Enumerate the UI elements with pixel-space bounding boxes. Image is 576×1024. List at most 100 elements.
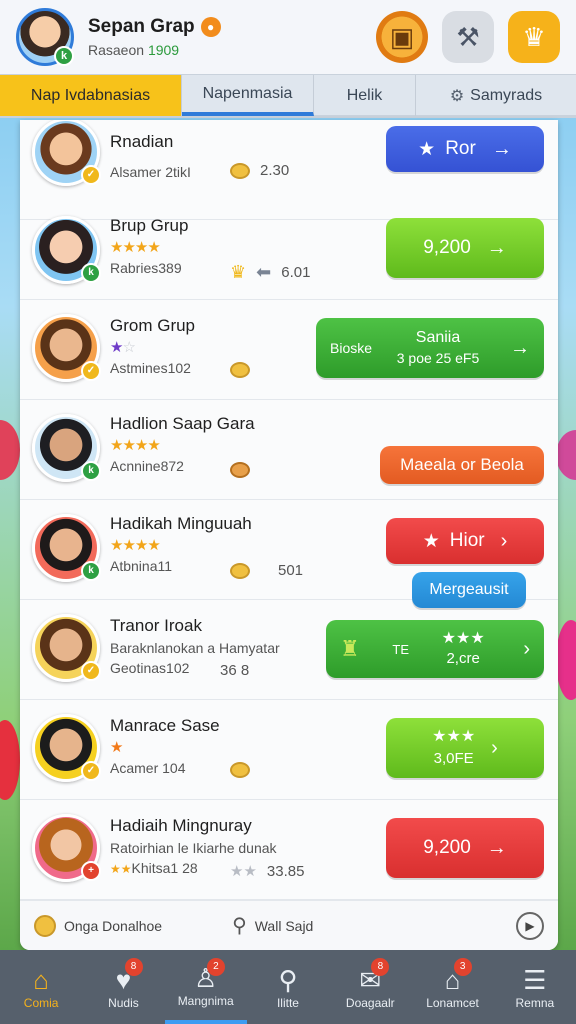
button-top-label: ★★★ [441,630,485,647]
button-small-label: Bioske [330,340,373,356]
subtitle-value: 1909 [147,42,180,58]
profile-name-row: Sepan Grap ● [88,16,221,38]
footer-left-link[interactable]: Onga Donalhoe [34,914,163,937]
list-item[interactable]: ✓ Grom Grup ★☆ Astmines102 Bioske Saniia… [20,300,558,400]
panel-footer: Onga Donalhoe ⚲ Wall Sajd ▶ [20,900,558,950]
avatar-badge: k [81,263,101,283]
footer-middle-label: Wall Sajd [254,917,314,934]
list-item[interactable]: ✓ Tranor Iroak Baraknlanokan a Hamyatar … [20,600,558,700]
hammer-icon[interactable]: ⚒ [442,11,494,63]
tab-1[interactable]: Nap Ivdabnasias [0,75,182,116]
row-action-button[interactable]: 9,200 → [386,218,544,278]
row-title: Hadlion Saap Gara [110,414,255,433]
row-subtitle: Acamer 104 [110,760,186,776]
row-title: Brup Grup [110,216,189,235]
star-rating: ★★★★ [110,437,161,454]
button-left-group: Bioske [330,340,372,356]
footer-left-label: Onga Donalhoe [64,917,163,934]
bg-candy-right-2 [556,620,576,700]
list-item[interactable]: + Hadiaih Mingnuray Ratoirhian le Ikiarh… [20,800,558,900]
menu-icon: ☰ [523,965,547,995]
profile-name: Sepan Grap [88,16,195,37]
row-meta [230,362,250,378]
button-top-label: Saniia [415,329,461,346]
row-action-button[interactable]: Maeala or Beola [380,446,544,484]
nav-badge: 3 [453,958,472,976]
row-meta: ★★ 33.85 [230,862,305,881]
nav-label: Nudis [108,996,139,1010]
row-meta-value: 33.85 [266,862,305,880]
coin-icon [230,762,250,778]
nav-item-2[interactable]: ♥ 8 Nudis [82,950,164,1024]
tab-2[interactable]: Napenmasia [182,75,314,116]
button-small-label: TE [392,641,409,657]
coin-icon [230,462,250,478]
profile-info: Sepan Grap ● Rasaeon 1909 [88,16,221,58]
list-item[interactable]: k Hadikah Minguuah ★★★★ Atbnina11 501 ★ … [20,500,558,608]
list-item[interactable]: k Hadlion Saap Gara ★★★★ Acnnine872 Maea… [20,400,558,500]
tab-3[interactable]: Helik [314,75,416,116]
row-action-button[interactable]: ★ Hior › [386,518,544,564]
row-subtitle: Rabries389 [110,260,182,276]
arrow-right-icon: → [509,336,530,359]
star-rating-empty: ★★ [230,863,257,880]
tab-4[interactable]: ⚙ Samyrads [416,75,576,116]
avatar: ✓ [32,120,101,186]
bg-candy-left [0,420,20,480]
nav-label: Lonamcet [426,996,479,1010]
magnifier-icon: ⚲ [232,915,247,937]
row-action-button[interactable]: ★ Ror → [386,126,544,172]
chevron-right-icon: › [523,637,530,660]
footer-middle-link[interactable]: ⚲ Wall Sajd [232,913,313,938]
nav-item-5[interactable]: ✉ 8 Doagaalr [329,950,411,1024]
button-bottom-label: 2,cre [446,650,480,667]
row-title: Tranor Iroak [110,616,202,635]
trophy-cup-icon: ♜ [340,636,360,661]
row-title: Manrace Sase [110,716,220,735]
nav-item-7[interactable]: ☰ Remna [494,950,576,1024]
trophy-icon[interactable]: ♛ [508,11,560,63]
bg-candy-left-2 [0,720,20,800]
row-action-button[interactable]: ★★★ 3,0FE › [386,718,544,778]
merge-button[interactable]: Mergeausit [412,572,526,608]
nav-badge: 8 [124,958,143,976]
play-icon[interactable]: ▶ [516,911,544,940]
nav-item-home[interactable]: ⌂ Comia [0,950,82,1024]
avatar: k [32,414,101,482]
avatar-badge: ✓ [81,761,101,781]
bg-candy-right [556,430,576,480]
button-top-label: ★★★ [432,728,476,745]
row-subtitle: Astmines102 [110,360,191,376]
row-meta-value: 6.01 [281,264,311,281]
row-subtitle: Geotinas102 [110,660,190,676]
row-action-button[interactable]: ♜ TE ★★★ 2,cre › [326,620,544,678]
arrow-right-icon: → [491,137,512,160]
row-action-button[interactable]: Bioske Saniia 3 poe 25 eF5 → [316,318,544,378]
row-meta: 501 [230,562,303,579]
user-avatar[interactable]: k [16,8,74,66]
avatar: ✓ [32,714,101,782]
button-text-group: ★★★ 3,0FE [432,726,475,770]
star-icon: ★ [422,530,440,552]
list-item[interactable]: ✓ Manrace Sase ★ Acamer 104 ★★★ 3,0FE › [20,700,558,800]
nav-badge: 8 [371,958,390,976]
button-text-group: Saniia 3 poe 25 eF5 [397,328,480,368]
level-badge: k [54,46,74,66]
chevron-right-icon: › [500,529,508,552]
avatar-badge: k [81,461,101,481]
treasure-chest-icon[interactable]: ▣ [376,11,428,63]
notification-badge-icon: ● [200,17,221,37]
button-label: Ror [445,138,476,159]
nav-item-6[interactable]: ⌂ 3 Lonamcet [411,950,493,1024]
list-item[interactable]: k Brup Grup ★★★★ Rabries389 ♛ ⬅ 6.01 9,2… [20,200,558,300]
nav-item-3[interactable]: ♙ 2 Mangnima [164,950,247,1024]
app-header: k Sepan Grap ● Rasaeon 1909 ▣ ⚒ ♛ [0,0,576,74]
gear-icon: ⚙ [449,87,465,105]
row-subtitle: Alsamer 2tikI [110,164,191,180]
nav-item-4[interactable]: ⚲ Ilitte [247,950,329,1024]
row-action-button[interactable]: 9,200 → [386,818,544,878]
avatar-badge: + [81,861,101,881]
star-rating: ★ [110,739,123,756]
nav-label: Ilitte [276,996,299,1010]
avatar: + [32,814,101,882]
